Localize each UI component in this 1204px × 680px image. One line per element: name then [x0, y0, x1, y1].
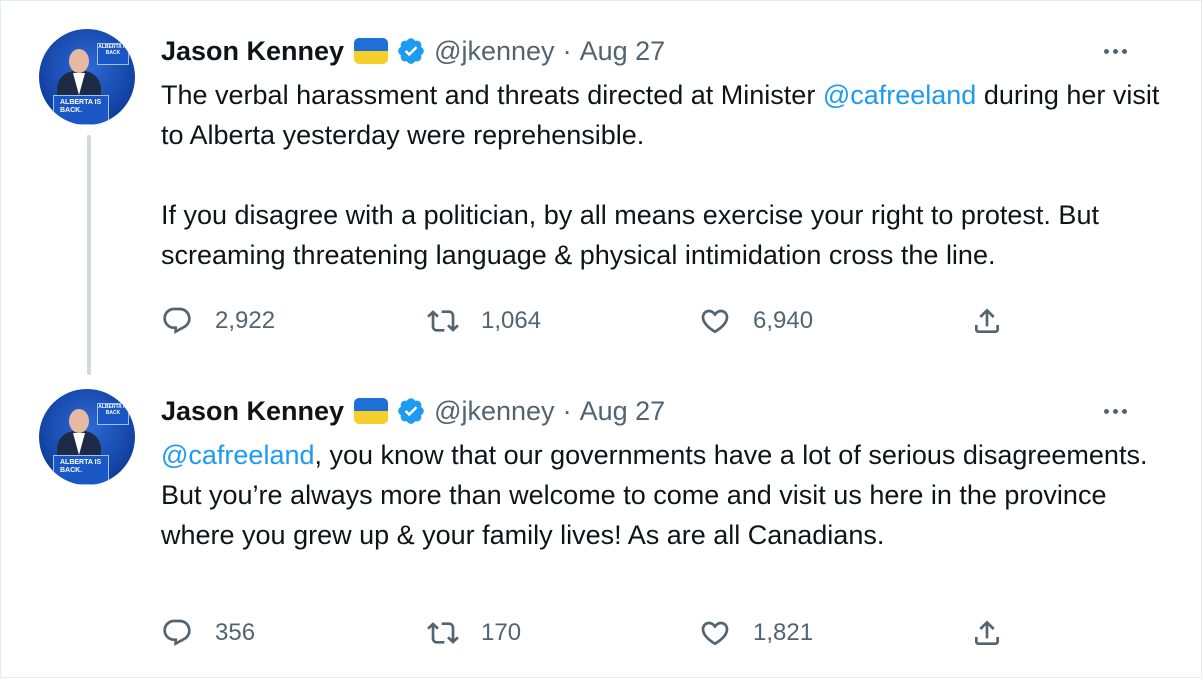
author-name[interactable]: Jason Kenney	[161, 396, 344, 427]
heart-icon	[701, 621, 729, 646]
verified-badge-icon	[398, 38, 424, 64]
tweet-date[interactable]: Aug 27	[580, 396, 666, 427]
reply-button[interactable]: 356	[161, 613, 255, 653]
tweet-thread: ALBERTA IS BACK ALBERTA IS BACK. Jason K…	[0, 0, 1202, 678]
share-button[interactable]	[971, 301, 1003, 341]
retweet-count: 170	[481, 619, 522, 646]
reply-icon	[163, 307, 191, 334]
tweet-text: @cafreeland, you know that our governmen…	[161, 435, 1171, 555]
avatar-sign-text: ALBERTA IS BACK	[97, 43, 129, 65]
ukraine-flag-icon	[354, 398, 389, 424]
share-button[interactable]	[971, 613, 1003, 653]
retweet-icon	[427, 622, 459, 644]
reply-icon	[163, 619, 191, 646]
separator-dot: ·	[562, 35, 572, 66]
share-icon	[975, 308, 999, 333]
like-button[interactable]: 6,940	[699, 301, 813, 341]
text-segment: The verbal harassment and threats direct…	[161, 80, 823, 110]
like-count: 6,940	[753, 307, 814, 334]
retweet-icon	[427, 310, 459, 332]
heart-icon	[701, 309, 729, 334]
tweet-paragraph: If you disagree with a politician, by al…	[161, 200, 1099, 270]
verified-badge-icon	[398, 398, 424, 424]
author-handle[interactable]: @jkenney	[434, 396, 554, 427]
reply-count: 356	[215, 619, 256, 646]
tweet-paragraph: The verbal harassment and threats direct…	[161, 75, 1171, 155]
like-button[interactable]: 1,821	[699, 613, 813, 653]
avatar[interactable]: ALBERTA IS BACK ALBERTA IS BACK.	[39, 29, 135, 125]
avatar-sign-text: ALBERTA IS BACK	[97, 403, 129, 425]
avatar-podium-text: ALBERTA IS BACK.	[53, 455, 109, 485]
author-name[interactable]: Jason Kenney	[161, 36, 344, 67]
tweet-header: Jason Kenney @jkenney · Aug 27	[161, 391, 1171, 431]
tweet-actions: 356 170 1,821	[161, 613, 1061, 653]
avatar-person-head	[69, 49, 89, 73]
avatar-person-head	[69, 409, 89, 433]
tweet-text: The verbal harassment and threats direct…	[161, 75, 1171, 275]
tweet-header: Jason Kenney @jkenney · Aug 27	[161, 31, 1171, 71]
separator-dot: ·	[562, 395, 572, 426]
reply-button[interactable]: 2,922	[161, 301, 275, 341]
more-icon[interactable]	[1095, 395, 1135, 427]
tweet-paragraph: @cafreeland, you know that our governmen…	[161, 435, 1171, 555]
mention-link[interactable]: @cafreeland	[161, 440, 315, 470]
tweet-actions: 2,922 1,064 6,940	[161, 301, 1061, 341]
ukraine-flag-icon	[354, 38, 389, 64]
thread-connector-line	[87, 135, 91, 375]
avatar-podium-text: ALBERTA IS BACK.	[53, 95, 109, 125]
share-icon	[975, 620, 999, 645]
more-icon[interactable]	[1095, 35, 1135, 67]
retweet-count: 1,064	[481, 307, 542, 334]
mention-link[interactable]: @cafreeland	[823, 80, 977, 110]
avatar[interactable]: ALBERTA IS BACK ALBERTA IS BACK.	[39, 389, 135, 485]
reply-count: 2,922	[215, 307, 276, 334]
retweet-button[interactable]: 1,064	[427, 301, 541, 341]
like-count: 1,821	[753, 619, 814, 646]
tweet-date[interactable]: Aug 27	[580, 36, 666, 67]
retweet-button[interactable]: 170	[427, 613, 521, 653]
author-handle[interactable]: @jkenney	[434, 36, 554, 67]
